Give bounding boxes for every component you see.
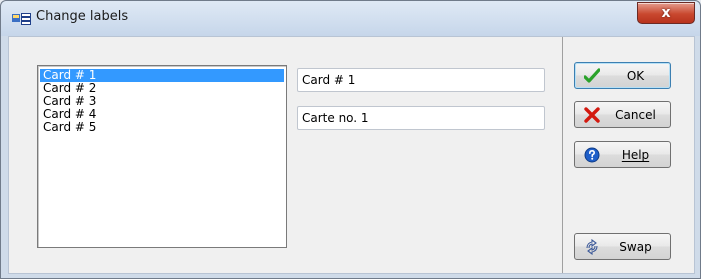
app-icon — [12, 13, 31, 25]
change-labels-dialog: Change labels x Card # 1 Card # 2 Card #… — [0, 0, 701, 279]
help-icon — [584, 147, 600, 163]
label-field[interactable]: Card # 1 — [297, 68, 545, 92]
alt-label-field[interactable]: Carte no. 1 — [297, 106, 545, 130]
cancel-label: Cancel — [615, 108, 656, 122]
card-listbox[interactable]: Card # 1 Card # 2 Card # 3 Card # 4 Card… — [37, 65, 287, 248]
window-title: Change labels — [36, 9, 129, 24]
close-icon: x — [661, 5, 671, 21]
cancel-button[interactable]: Cancel — [574, 101, 671, 128]
list-item-card-5[interactable]: Card # 5 — [40, 121, 284, 134]
help-button[interactable]: Help — [574, 141, 671, 168]
swap-arrows-icon — [584, 238, 600, 256]
checkmark-icon — [583, 68, 601, 84]
dialog-body: Card # 1 Card # 2 Card # 3 Card # 4 Card… — [8, 36, 695, 274]
close-button[interactable]: x — [637, 2, 695, 24]
help-label: Help — [621, 148, 650, 162]
content-panel: Card # 1 Card # 2 Card # 3 Card # 4 Card… — [9, 37, 563, 273]
ok-button[interactable]: OK — [574, 62, 671, 89]
x-cross-icon — [584, 107, 600, 123]
swap-button[interactable]: Swap — [574, 233, 671, 260]
swap-label: Swap — [619, 240, 652, 254]
ok-label: OK — [626, 69, 645, 83]
title-bar[interactable]: Change labels x — [1, 1, 700, 36]
